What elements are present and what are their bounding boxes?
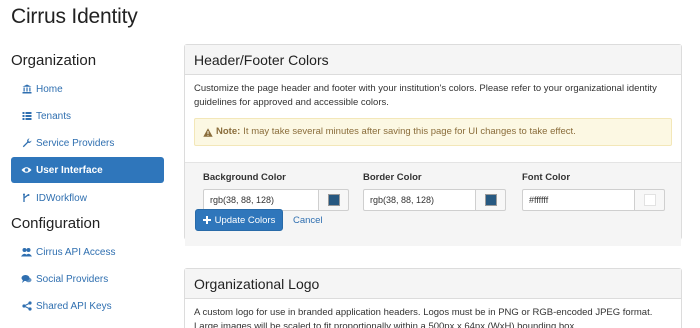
sidebar-item-label: Home [36,83,63,95]
sidebar-item-user-interface[interactable]: User Interface [11,157,164,183]
comments-icon [21,274,32,285]
border-color-group: Border Color rgb(38, 88, 128) [363,172,506,211]
update-colors-button[interactable]: Update Colors [195,209,283,231]
background-color-group: Background Color rgb(38, 88, 128) [203,172,349,211]
share-icon [21,301,32,312]
sidebar-item-label: Service Providers [36,137,115,149]
eye-icon [21,165,32,176]
plus-icon [202,216,211,224]
background-color-input[interactable]: rgb(38, 88, 128) [203,189,319,211]
cancel-link[interactable]: Cancel [293,209,323,231]
color-settings: Background Color rgb(38, 88, 128) Border… [185,162,681,246]
sidebar-item-label: IDWorkflow [36,192,87,204]
organizational-logo-panel: Organizational Logo A custom logo for us… [184,268,682,328]
panel-title: Header/Footer Colors [185,45,681,75]
sidebar-item-shared-api-keys[interactable]: Shared API Keys [11,293,164,319]
font-color-input[interactable]: #ffffff [522,189,635,211]
border-color-picker[interactable] [476,189,506,211]
font-swatch [643,194,656,206]
sidebar-item-cirrus-api-access[interactable]: Cirrus API Access [11,239,164,265]
font-color-label: Font Color [522,172,571,183]
workflow-icon [21,193,32,204]
background-color-label: Background Color [203,172,286,183]
note-label: Note: [216,126,241,137]
panel-description: A custom logo for use in branded applica… [194,307,653,328]
list-icon [21,111,32,122]
background-color-picker[interactable] [319,189,349,211]
header-footer-panel: Header/Footer Colors Customize the page … [184,44,682,246]
sidebar-item-label: Cirrus API Access [36,246,116,258]
sidebar-item-social-providers[interactable]: Social Providers [11,266,164,292]
note-text: It may take several minutes after saving… [243,126,576,137]
warning-icon [203,127,213,137]
sidebar-item-idworkflow[interactable]: IDWorkflow [11,185,164,211]
sidebar-item-label: User Interface [36,164,103,176]
sidebar-item-label: Social Providers [36,273,109,285]
border-color-input[interactable]: rgb(38, 88, 128) [363,189,476,211]
font-color-group: Font Color #ffffff [522,172,665,211]
update-colors-label: Update Colors [214,214,276,226]
users-icon [21,247,32,258]
background-swatch [327,194,340,206]
sidebar-item-service-providers[interactable]: Service Providers [11,130,164,156]
font-color-picker[interactable] [635,189,665,211]
sidebar-item-tenants[interactable]: Tenants [11,103,164,129]
sidebar-item-label: Tenants [36,110,72,122]
sidebar-item-home[interactable]: Home [11,76,164,102]
section-title-organization: Organization [11,52,97,69]
app-title: Cirrus Identity [11,5,138,28]
border-color-label: Border Color [363,172,422,183]
section-title-configuration: Configuration [11,215,101,232]
panel-title: Organizational Logo [185,269,681,299]
wrench-icon [21,138,32,149]
border-swatch [484,194,497,206]
note-alert: Note: It may take several minutes after … [194,118,672,146]
sidebar-item-label: Shared API Keys [36,300,112,312]
panel-description: Customize the page header and footer wit… [194,83,657,108]
bank-icon [21,84,32,95]
